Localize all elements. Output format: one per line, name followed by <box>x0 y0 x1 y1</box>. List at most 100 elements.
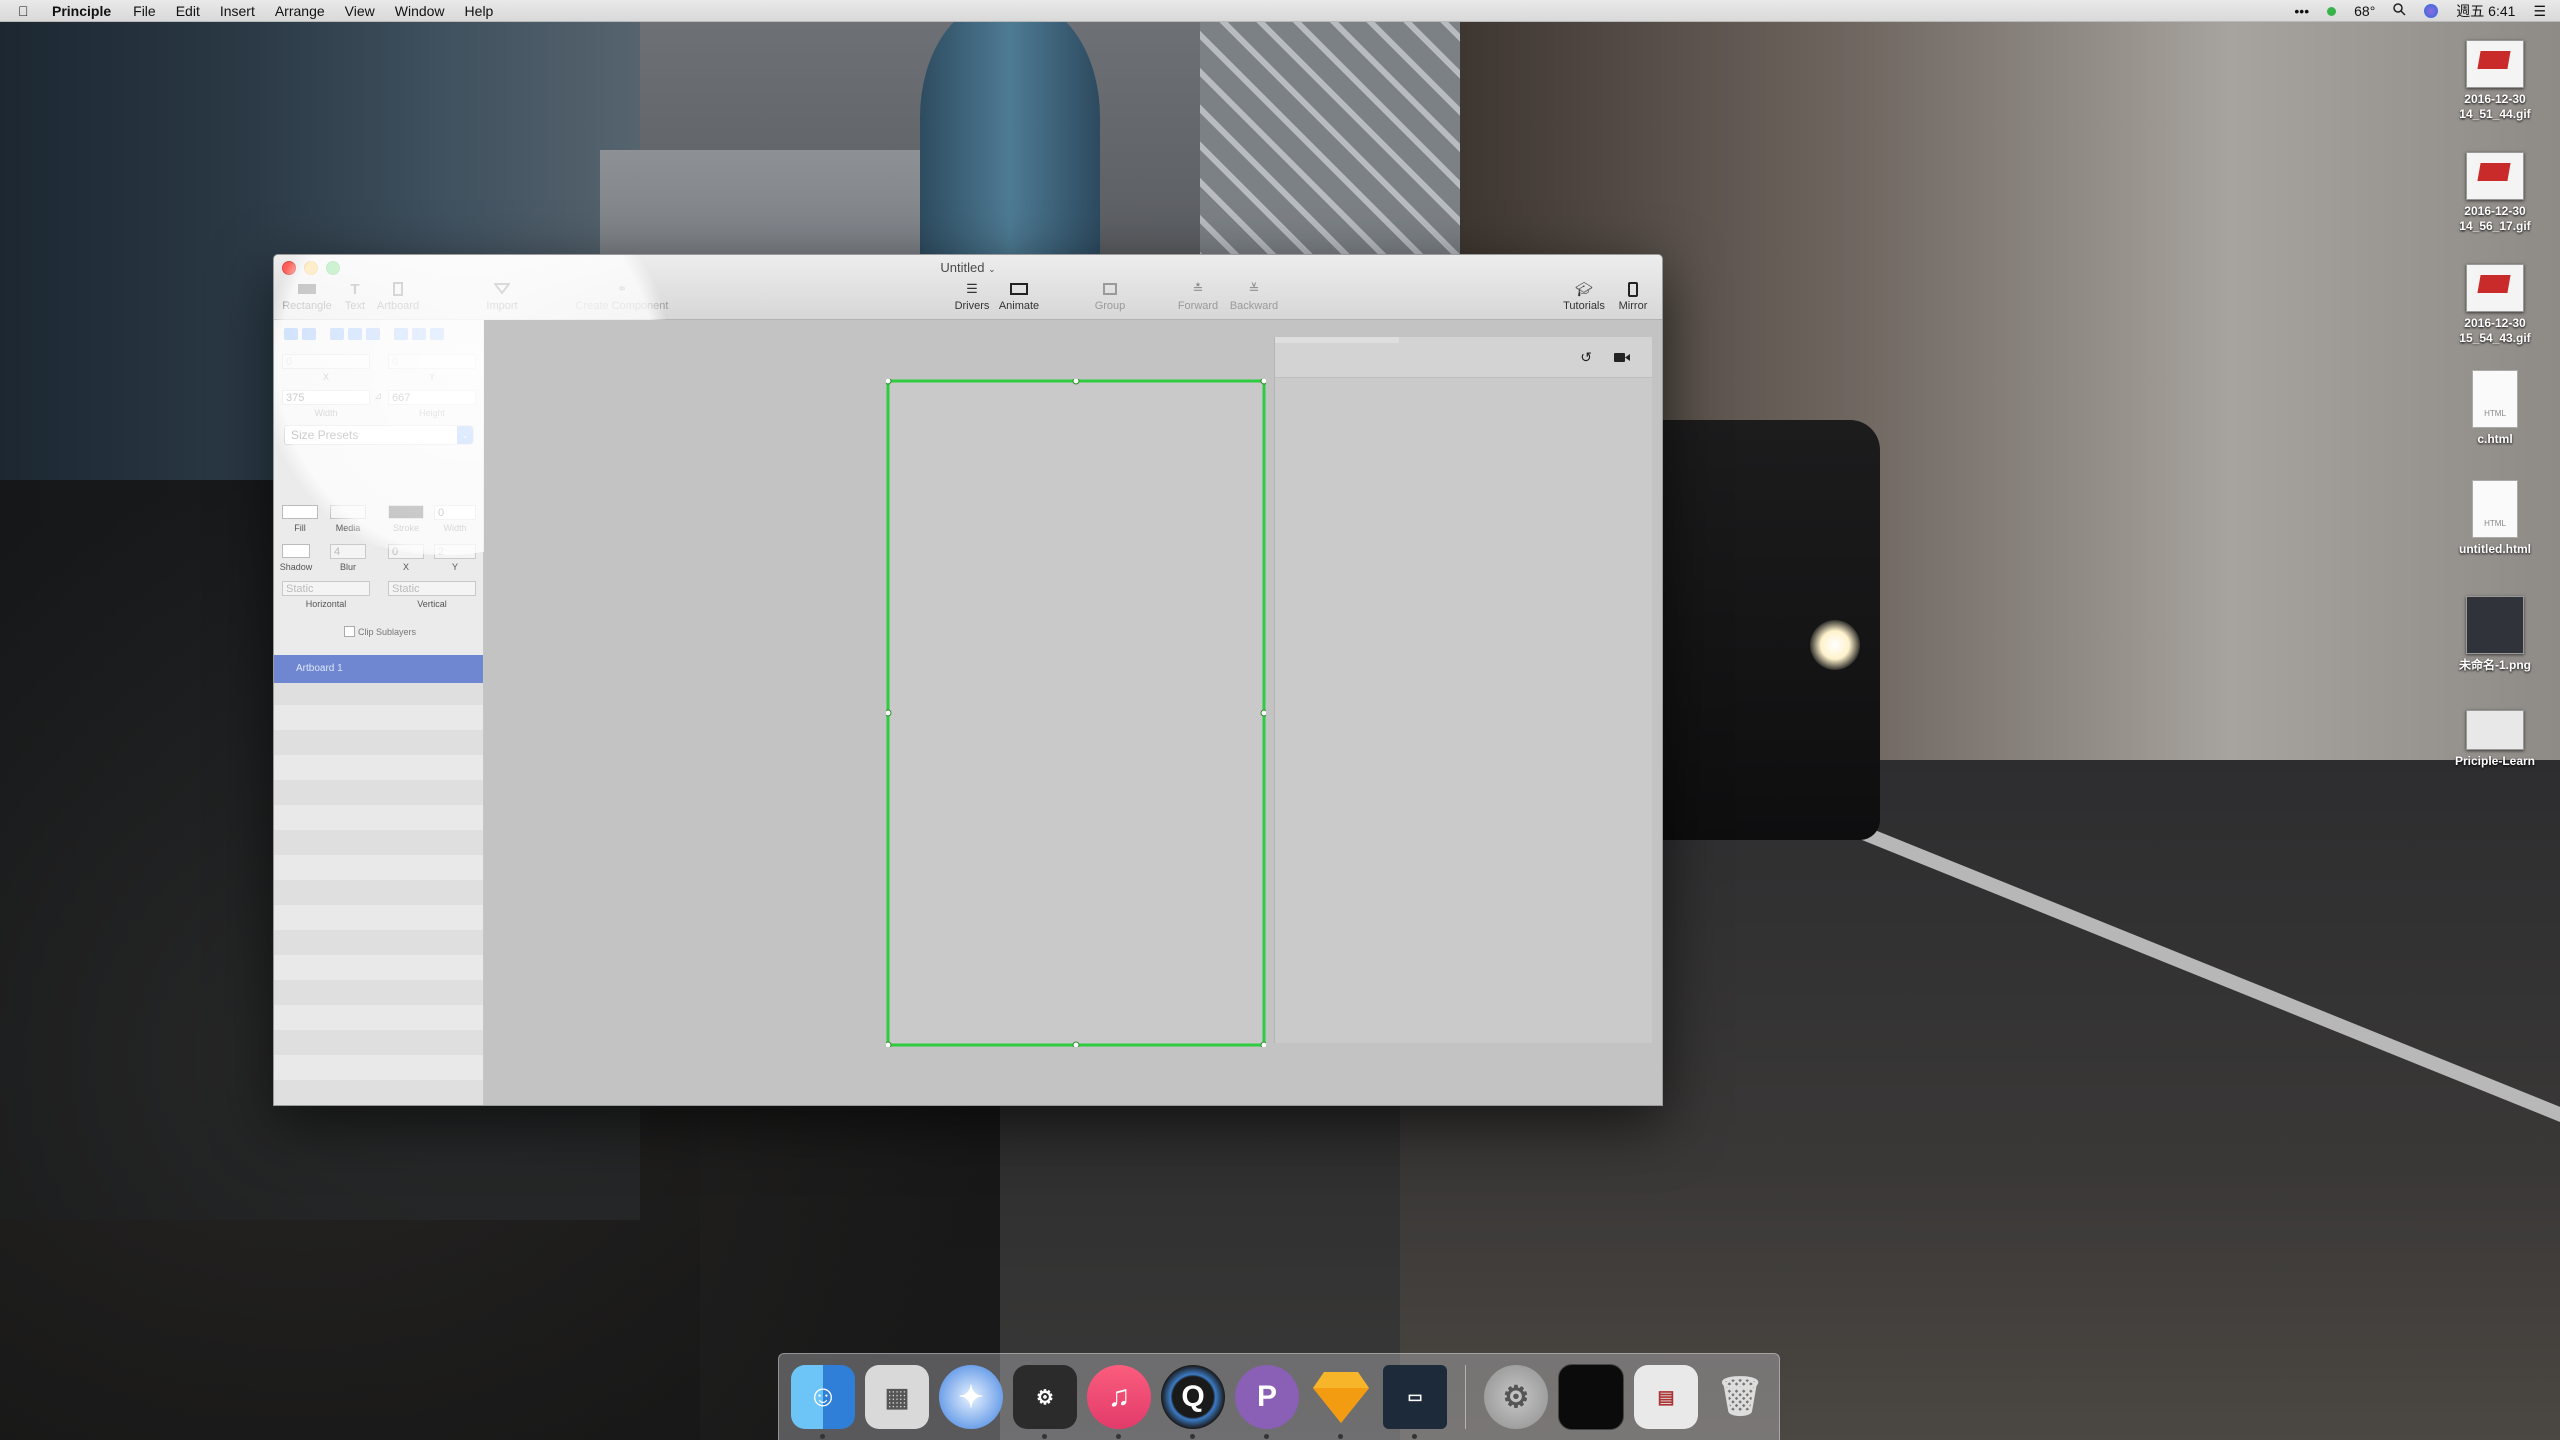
dock: ☺ ▦ ✦ ⚙ ♫ Q P ▭ ⚙ ▤ 🗑︎ <box>778 1353 1780 1440</box>
drivers-icon: ☰ <box>966 281 978 296</box>
apple-menu-icon[interactable]:  <box>18 3 38 19</box>
shadow-y-label: Y <box>451 562 458 572</box>
distribute-spacing-icon[interactable] <box>430 328 444 340</box>
animate-button[interactable]: Animate <box>994 280 1044 312</box>
stroke-swatch[interactable] <box>388 505 424 519</box>
menu-window[interactable]: Window <box>395 3 445 19</box>
window-title: Untitled ⌄ <box>940 260 996 275</box>
checkbox-icon <box>344 626 355 637</box>
import-button[interactable]: Import <box>482 280 522 312</box>
console-icon[interactable]: ⚙ <box>1013 1365 1077 1439</box>
shadow-y-field[interactable]: 2 <box>434 544 476 559</box>
desktop-folder-priciple-learn[interactable]: Priciple-Learn <box>2440 710 2550 769</box>
downloads-stack-icon[interactable] <box>1558 1364 1624 1430</box>
chevron-down-icon: ⌄ <box>457 426 473 444</box>
height-field[interactable]: 667 <box>388 390 476 405</box>
align-center-h-icon[interactable] <box>302 328 316 340</box>
backward-button[interactable]: ≚ Backward <box>1224 280 1284 312</box>
menu-file[interactable]: File <box>133 3 156 19</box>
rectangle-button[interactable]: Rectangle <box>280 280 334 312</box>
align-top-icon[interactable] <box>348 328 362 340</box>
desktop-file-label: untitled.html <box>2459 542 2531 556</box>
x-field[interactable]: 0 <box>282 354 370 369</box>
finder-icon[interactable]: ☺ <box>791 1365 855 1439</box>
distribute-v-icon[interactable] <box>412 328 426 340</box>
launchpad-icon[interactable]: ▦ <box>865 1365 929 1429</box>
size-presets-select[interactable]: Size Presets ⌄ <box>284 425 474 445</box>
wallpaper-headlight <box>1810 620 1860 670</box>
status-dot-icon[interactable] <box>2327 6 2337 16</box>
desktop-file-c-html[interactable]: HTML c.html <box>2440 370 2550 447</box>
inspector-panel: 0 0 X Y 375 ⊿ 667 Width Height Size Pres… <box>274 320 484 690</box>
documents-stack-icon[interactable]: ▤ <box>1634 1365 1698 1429</box>
dock-separator <box>1465 1365 1466 1429</box>
app-menu[interactable]: Principle <box>52 3 111 19</box>
html-document-icon: HTML <box>2472 480 2518 538</box>
align-right-icon[interactable] <box>330 328 344 340</box>
clock[interactable]: 週五 6:41 <box>2456 1 2515 21</box>
desktop-file-gif-2[interactable]: 2016-12-30 14_56_17.gif <box>2440 152 2550 234</box>
fill-swatch[interactable] <box>282 505 318 519</box>
stroke-width-field[interactable]: 0 <box>434 505 476 520</box>
artboard-1[interactable] <box>886 379 1266 1047</box>
desktop-file-png[interactable]: 未命名-1.png <box>2440 596 2550 673</box>
clip-sublayers-checkbox[interactable]: Clip Sublayers <box>344 626 416 637</box>
more-icon[interactable]: ••• <box>2294 3 2309 19</box>
weather-temperature[interactable]: 68° <box>2354 3 2375 19</box>
menu-view[interactable]: View <box>345 3 375 19</box>
text-button[interactable]: T Text <box>340 280 370 313</box>
mirror-button[interactable]: Mirror <box>1612 280 1654 312</box>
media-label: Media <box>335 523 361 533</box>
shadow-swatch[interactable] <box>282 544 310 558</box>
menu-edit[interactable]: Edit <box>176 3 200 19</box>
sketch-icon[interactable] <box>1309 1365 1373 1439</box>
lock-aspect-icon[interactable]: ⊿ <box>374 391 382 402</box>
screenshot-thumbnail-icon <box>2466 710 2524 750</box>
vertical-constraint-select[interactable]: Static <box>388 581 476 596</box>
wallpaper-tower <box>920 0 1100 260</box>
record-video-icon[interactable] <box>1614 350 1630 368</box>
menu-arrange[interactable]: Arrange <box>275 3 325 19</box>
horizontal-label: Horizontal <box>305 599 347 609</box>
itunes-icon[interactable]: ♫ <box>1087 1365 1151 1439</box>
horizontal-constraint-select[interactable]: Static <box>282 581 370 596</box>
distribute-h-icon[interactable] <box>394 328 408 340</box>
quicktime-icon[interactable]: Q <box>1161 1365 1225 1439</box>
principle-icon[interactable]: P <box>1235 1365 1299 1439</box>
blur-field[interactable]: 4 <box>330 544 366 559</box>
spotlight-search-icon[interactable] <box>2393 3 2406 19</box>
forward-button[interactable]: ≛ Forward <box>1174 280 1222 312</box>
gif-thumbnail-icon <box>2466 152 2524 200</box>
desktop-file-label: 2016-12-30 14_56_17.gif <box>2459 204 2531 233</box>
shadow-x-field[interactable]: 0 <box>388 544 424 559</box>
trash-icon[interactable]: 🗑︎ <box>1708 1365 1772 1429</box>
desktop-file-gif-1[interactable]: 2016-12-30 14_51_44.gif <box>2440 40 2550 122</box>
media-swatch[interactable] <box>330 505 366 519</box>
desktop-file-untitled-html[interactable]: HTML untitled.html <box>2440 480 2550 557</box>
window-titlebar: Untitled ⌄ Rectangle T Text Artboard Imp… <box>274 255 1662 320</box>
menu-insert[interactable]: Insert <box>220 3 255 19</box>
safari-icon[interactable]: ✦ <box>939 1365 1003 1429</box>
group-button[interactable]: Group <box>1090 280 1130 312</box>
notification-center-icon[interactable]: ☰ <box>2533 3 2546 20</box>
screenshot-app-icon[interactable]: ▭ <box>1383 1365 1447 1439</box>
align-middle-icon[interactable] <box>366 328 380 340</box>
create-component-button[interactable]: ⚭ Create Component <box>570 280 674 312</box>
width-field[interactable]: 375 <box>282 390 370 405</box>
layer-item-artboard-1[interactable]: Artboard 1 <box>274 655 483 683</box>
shadow-x-label: X <box>402 562 409 572</box>
tutorials-button[interactable]: 🎓︎ Tutorials <box>1558 280 1610 313</box>
y-label: Y <box>428 372 435 382</box>
align-left-icon[interactable] <box>284 328 298 340</box>
forward-icon: ≛ <box>1192 281 1204 296</box>
drivers-button[interactable]: ☰ Drivers <box>950 280 994 312</box>
y-field[interactable]: 0 <box>388 354 476 369</box>
preview-tab <box>1275 337 1399 343</box>
siri-icon[interactable] <box>2424 4 2439 18</box>
undo-icon[interactable]: ↺ <box>1580 349 1592 366</box>
system-preferences-icon[interactable]: ⚙ <box>1484 1365 1548 1429</box>
desktop-file-gif-3[interactable]: 2016-12-30 15_54_43.gif <box>2440 264 2550 346</box>
artboard-button[interactable]: Artboard <box>372 280 424 312</box>
alignment-toolbar <box>284 328 444 340</box>
menu-help[interactable]: Help <box>465 3 494 19</box>
